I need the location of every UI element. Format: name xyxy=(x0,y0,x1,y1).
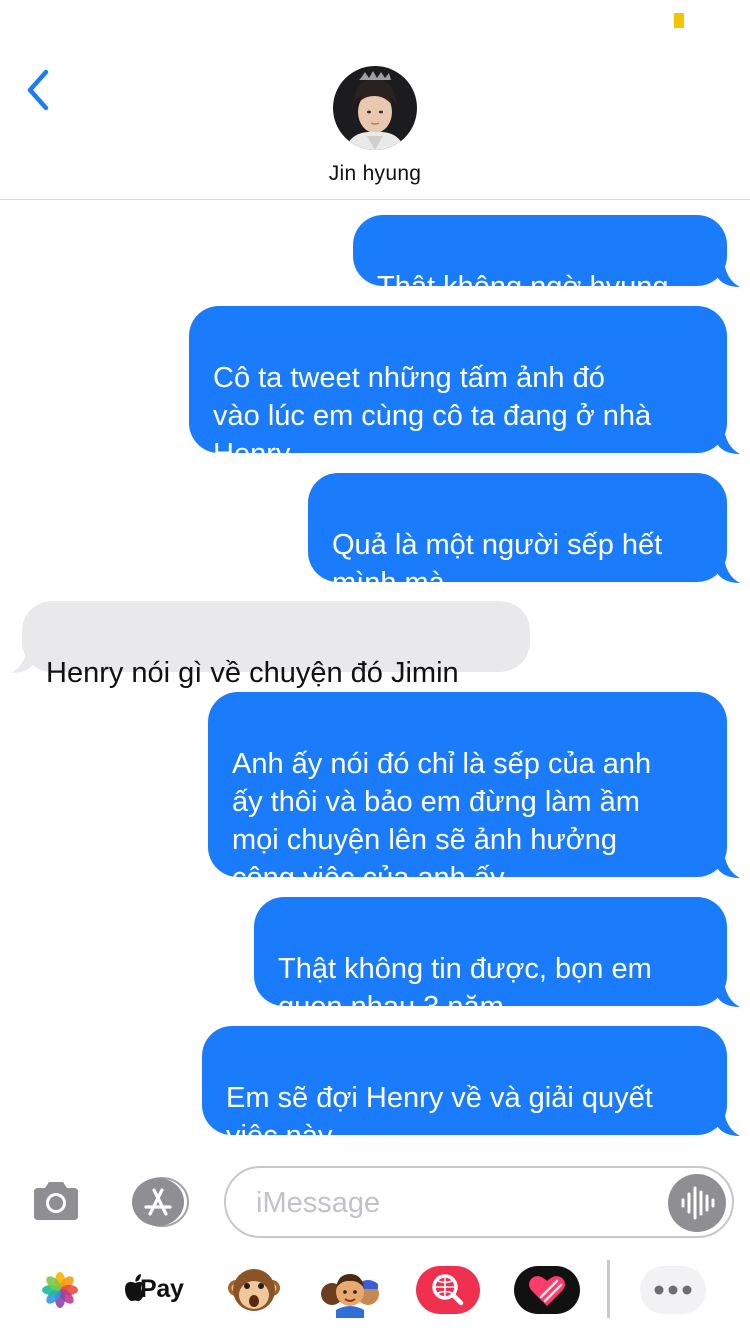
contact-avatar[interactable] xyxy=(333,66,417,150)
bubble-tail xyxy=(716,426,740,454)
camera-icon xyxy=(34,1182,78,1220)
audio-message-button[interactable] xyxy=(668,1174,726,1232)
chevron-left-icon xyxy=(27,69,49,111)
camera-button[interactable] xyxy=(28,1174,84,1230)
status-bar xyxy=(0,0,750,40)
more-apps-button[interactable] xyxy=(640,1262,706,1318)
message-list: Thật không ngờ hyung Cô ta tweet những t… xyxy=(0,200,750,1152)
message-text: Quả là một người sếp hết mình mà xyxy=(332,529,663,599)
outgoing-message[interactable]: Thật không tin được, bọn em quen nhau 3 … xyxy=(254,897,727,1023)
monkey-animoji-icon xyxy=(228,1269,280,1311)
contact-name[interactable]: Jin hyung xyxy=(0,162,750,186)
message-field[interactable] xyxy=(224,1166,734,1238)
memoji-button[interactable] xyxy=(318,1262,382,1318)
bubble-tail xyxy=(716,259,740,287)
avatar-photo xyxy=(333,66,417,150)
drawer-divider xyxy=(607,1260,610,1318)
message-text: Thật không tin được, bọn em quen nhau 3 … xyxy=(278,953,652,1023)
bubble-tail xyxy=(716,850,740,878)
image-search-button[interactable] xyxy=(416,1262,480,1318)
outgoing-message[interactable]: Cô ta tweet những tấm ảnh đó vào lúc em … xyxy=(189,306,727,470)
app-store-button[interactable] xyxy=(126,1176,190,1228)
message-text: Em sẽ đợi Henry về và giải quyết việc nà… xyxy=(226,1082,653,1152)
apple-pay-label: Pay xyxy=(140,1275,184,1303)
incoming-message[interactable]: Henry nói gì về chuyện đó Jimin xyxy=(22,601,530,689)
animoji-button[interactable] xyxy=(226,1262,282,1318)
photos-icon xyxy=(42,1272,78,1308)
bubble-tail xyxy=(11,645,35,673)
back-button[interactable] xyxy=(20,66,60,114)
waveform-icon xyxy=(681,1186,715,1220)
outgoing-message[interactable]: Thật không ngờ hyung xyxy=(353,215,727,303)
digital-touch-button[interactable] xyxy=(514,1262,580,1318)
message-text: Thật không ngờ hyung xyxy=(377,271,669,303)
more-icon xyxy=(640,1266,706,1314)
conversation-header: Jin hyung xyxy=(0,40,750,200)
message-text: Anh ấy nói đó chỉ là sếp của anh ấy thôi… xyxy=(232,748,652,894)
bubble-tail xyxy=(716,1108,740,1136)
message-input[interactable] xyxy=(256,1182,656,1224)
message-text: Cô ta tweet những tấm ảnh đó vào lúc em … xyxy=(213,362,652,470)
compose-bar xyxy=(0,1160,750,1244)
message-text: Henry nói gì về chuyện đó Jimin xyxy=(46,657,459,689)
outgoing-message[interactable]: Em sẽ đợi Henry về và giải quyết việc nà… xyxy=(202,1026,727,1152)
battery-icon xyxy=(674,13,684,28)
app-drawer: Pay xyxy=(0,1250,750,1334)
outgoing-message[interactable]: Quả là một người sếp hết mình mà xyxy=(308,473,727,599)
bubble-tail xyxy=(716,979,740,1007)
heart-digital-touch-icon xyxy=(514,1266,580,1314)
memoji-icon xyxy=(321,1274,379,1318)
outgoing-message[interactable]: Anh ấy nói đó chỉ là sếp của anh ấy thôi… xyxy=(208,692,727,894)
app-store-icon xyxy=(132,1177,189,1227)
image-search-icon xyxy=(416,1266,480,1314)
bubble-tail xyxy=(716,555,740,583)
photos-app-button[interactable] xyxy=(32,1262,88,1318)
